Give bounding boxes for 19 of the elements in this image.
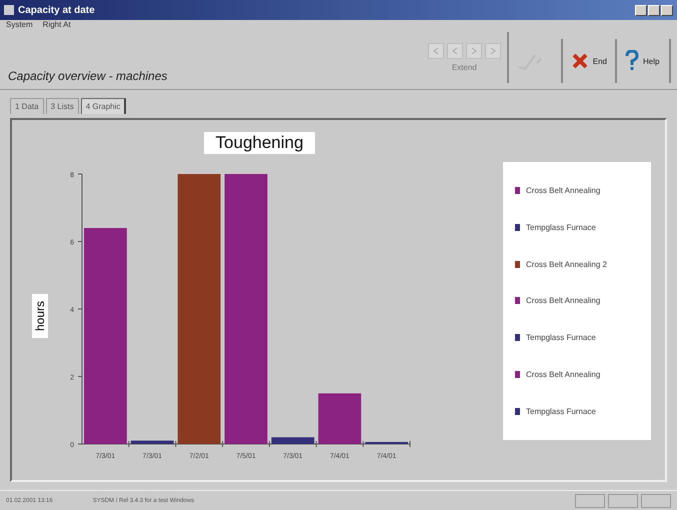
menu-item[interactable]: System [6, 20, 33, 32]
menu-item[interactable]: Right At [42, 20, 71, 32]
legend-label: Cross Belt Annealing [526, 186, 600, 195]
tab[interactable]: 4 Graphic [80, 98, 126, 114]
legend-label: Tempglass Furnace [526, 222, 596, 232]
y-axis-label: hours [32, 294, 48, 338]
legend-label: Cross Belt Annealing 2 [526, 260, 607, 269]
chart-title: Toughening [204, 132, 316, 154]
page-heading: Capacity overview - machines [8, 69, 168, 83]
end-button[interactable]: End [562, 39, 617, 83]
help-button[interactable]: Help [617, 39, 671, 83]
legend-label: Tempglass Furnace [526, 406, 596, 416]
window-title: Capacity at date [18, 4, 96, 16]
nav-label: Extend [452, 63, 477, 72]
legend-label: Cross Belt Annealing [526, 370, 600, 380]
tab[interactable]: 3 Lists [46, 98, 79, 114]
legend-label: Cross Belt Annealing [526, 296, 600, 306]
tab[interactable]: 1 Data [10, 98, 44, 114]
legend-label: Tempglass Furnace [526, 333, 596, 342]
